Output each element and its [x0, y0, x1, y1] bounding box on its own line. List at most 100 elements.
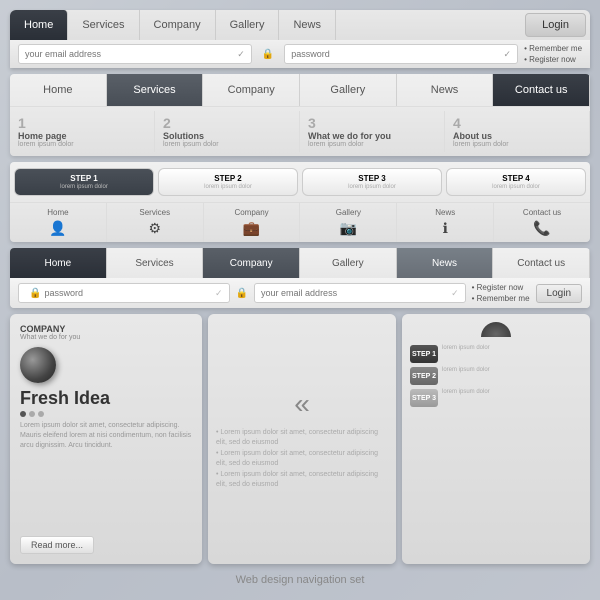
- navbar-1: Home Services Company Gallery News Login…: [10, 10, 590, 68]
- register-now-label[interactable]: Register now: [524, 55, 582, 64]
- icon-nav-news-label: News: [435, 208, 455, 217]
- nav2-tab-gallery[interactable]: Gallery: [300, 74, 397, 106]
- nav4-password-input[interactable]: [44, 288, 211, 298]
- nav1-tab-services[interactable]: Services: [68, 10, 139, 40]
- icon-nav-news[interactable]: News ℹ: [397, 203, 494, 242]
- lock-icon: 🔒: [262, 49, 274, 60]
- nav4-register-label[interactable]: Register now: [472, 283, 530, 292]
- gear-icon: ⚙: [148, 220, 161, 237]
- nav1-tab-company[interactable]: Company: [140, 10, 216, 40]
- email-input[interactable]: [25, 49, 233, 59]
- password-input[interactable]: [291, 49, 499, 59]
- icon-nav-company[interactable]: Company 💼: [204, 203, 301, 242]
- nav2-tab-home[interactable]: Home: [10, 74, 107, 106]
- phone-icon: 📞: [533, 220, 550, 237]
- step-2[interactable]: STEP 2 lorem ipsum dolor: [158, 168, 298, 196]
- step-3-title: STEP 3: [309, 174, 435, 183]
- step-badge-1[interactable]: STEP 1: [410, 345, 438, 363]
- step-4[interactable]: STEP 4 lorem ipsum dolor: [446, 168, 586, 196]
- camera-icon: 📷: [340, 220, 357, 237]
- navbar-2: Home Services Company Gallery News Conta…: [10, 74, 590, 156]
- step-3[interactable]: STEP 3 lorem ipsum dolor: [302, 168, 442, 196]
- nav2-tabs: Home Services Company Gallery News Conta…: [10, 74, 590, 106]
- steps-row: STEP 1 lorem ipsum dolor STEP 2 lorem ip…: [10, 162, 590, 202]
- nav1-tab-gallery[interactable]: Gallery: [216, 10, 280, 40]
- step-4-desc: lorem ipsum dolor: [453, 184, 579, 190]
- company-title: Fresh Idea: [20, 389, 192, 407]
- dot-3[interactable]: [38, 411, 44, 417]
- step-info-2: lorem ipsum dolor: [442, 367, 490, 373]
- nav4-login-button[interactable]: Login: [536, 284, 582, 303]
- nav1-login-button[interactable]: Login: [525, 13, 586, 37]
- sub-desc-2: lorem ipsum dolor: [308, 141, 436, 148]
- lock-icon-3: 🔒: [236, 288, 248, 299]
- nav2-tab-news[interactable]: News: [397, 74, 494, 106]
- icon-nav-home[interactable]: Home 👤: [10, 203, 107, 242]
- step-desc-c2: lorem ipsum dolor: [442, 367, 490, 373]
- dot-1[interactable]: [20, 411, 26, 417]
- sub-desc-0: lorem ipsum dolor: [18, 141, 146, 148]
- step-desc-c1: lorem ipsum dolor: [442, 345, 490, 351]
- cards-section: COMPANY What we do for you Fresh Idea Lo…: [10, 314, 590, 564]
- nav1-tab-home[interactable]: Home: [10, 10, 68, 40]
- step-item-3: STEP 3 lorem ipsum dolor: [410, 389, 582, 407]
- nav4-tab-home[interactable]: Home: [10, 248, 107, 278]
- nav4-tab-company[interactable]: Company: [203, 248, 300, 278]
- icon-nav-company-label: Company: [234, 208, 268, 217]
- company-sub: What we do for you: [20, 334, 192, 341]
- step-1[interactable]: STEP 1 lorem ipsum dolor: [14, 168, 154, 196]
- nav1-tabs: Home Services Company Gallery News Login: [10, 10, 590, 40]
- nav4-tab-gallery[interactable]: Gallery: [300, 248, 397, 278]
- nav4-tab-services[interactable]: Services: [107, 248, 204, 278]
- icon-nav-home-label: Home: [47, 208, 68, 217]
- read-more-button[interactable]: Read more...: [20, 536, 94, 554]
- check-icon-2: ✓: [451, 288, 459, 299]
- icon-nav-services[interactable]: Services ⚙: [107, 203, 204, 242]
- step-info-3: lorem ipsum dolor: [442, 389, 490, 395]
- sphere-graphic: [20, 347, 56, 383]
- step-2-desc: lorem ipsum dolor: [165, 184, 291, 190]
- step-3-desc: lorem ipsum dolor: [309, 184, 435, 190]
- briefcase-icon: 💼: [243, 220, 260, 237]
- nav4-tab-news[interactable]: News: [397, 248, 494, 278]
- icon-nav-services-label: Services: [139, 208, 170, 217]
- checkmark-icon-2: ✓: [504, 49, 512, 60]
- nav4-email-wrap: ✓: [254, 283, 466, 303]
- person-icon: 👤: [49, 220, 66, 237]
- nav4-tab-contact[interactable]: Contact us: [493, 248, 590, 278]
- nav2-tab-contact[interactable]: Contact us: [493, 74, 590, 106]
- bullet-1: Lorem ipsum dolor sit amet, consectetur …: [216, 449, 388, 470]
- company-card: COMPANY What we do for you Fresh Idea Lo…: [10, 314, 202, 564]
- nav2-tab-company[interactable]: Company: [203, 74, 300, 106]
- sub-num-2: 3: [308, 115, 436, 131]
- nav4-tabs: Home Services Company Gallery News Conta…: [10, 248, 590, 278]
- password-field-wrap: ✓: [284, 44, 518, 64]
- icon-nav-contact[interactable]: Contact us 📞: [494, 203, 590, 242]
- nav2-sub-3[interactable]: 4 About us lorem ipsum dolor: [445, 111, 590, 152]
- nav2-sub-2[interactable]: 3 What we do for you lorem ipsum dolor: [300, 111, 445, 152]
- nav2-sub-0[interactable]: 1 Home page lorem ipsum dolor: [10, 111, 155, 152]
- nav2-sub-1[interactable]: 2 Solutions lorem ipsum dolor: [155, 111, 300, 152]
- step-1-desc: lorem ipsum dolor: [21, 184, 147, 190]
- nav2-submenu: 1 Home page lorem ipsum dolor 2 Solution…: [10, 106, 590, 156]
- icon-nav-gallery[interactable]: Gallery 📷: [300, 203, 397, 242]
- nav2-tab-services[interactable]: Services: [107, 74, 204, 106]
- dot-2[interactable]: [29, 411, 35, 417]
- sub-num-1: 2: [163, 115, 291, 131]
- nav1-remember: Remember me Register now: [524, 44, 582, 64]
- step-badge-2[interactable]: STEP 2: [410, 367, 438, 385]
- footer-text: Web design navigation set: [236, 570, 365, 590]
- icon-nav-gallery-label: Gallery: [336, 208, 361, 217]
- company-header: COMPANY: [20, 324, 192, 334]
- double-arrow-icon[interactable]: «: [294, 388, 310, 420]
- nav4-remember-label[interactable]: Remember me: [472, 294, 530, 303]
- email-field-wrap: ✓: [18, 44, 252, 64]
- checkmark-icon: ✓: [237, 49, 245, 60]
- remember-me-label[interactable]: Remember me: [524, 44, 582, 53]
- carousel-dots: [20, 411, 192, 417]
- sub-title-1: Solutions: [163, 131, 291, 141]
- nav1-tab-news[interactable]: News: [279, 10, 336, 40]
- step-badge-3[interactable]: STEP 3: [410, 389, 438, 407]
- company-body: Lorem ipsum dolor sit amet, consectetur …: [20, 421, 192, 530]
- nav4-email-input[interactable]: [261, 288, 447, 298]
